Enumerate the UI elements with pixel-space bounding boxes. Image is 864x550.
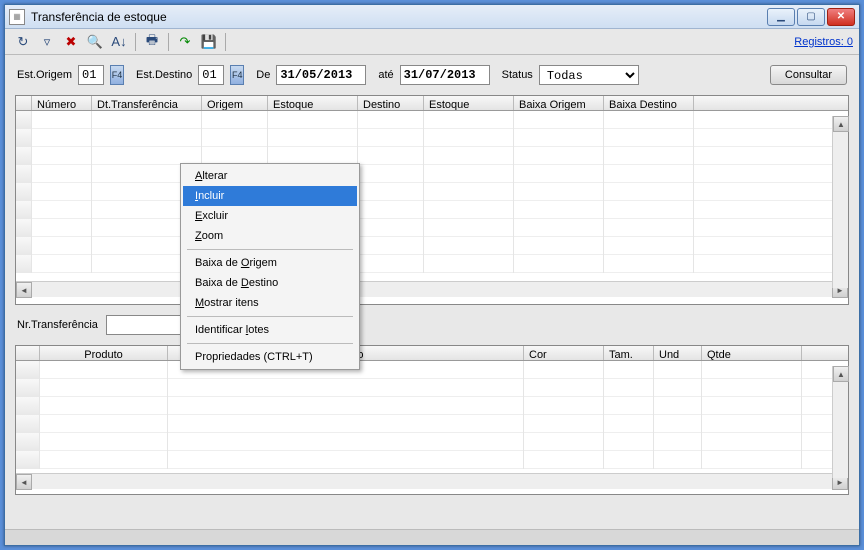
hscrollbar[interactable]: ◄ ► [16, 473, 848, 489]
column-header[interactable]: Qtde [702, 346, 802, 360]
table-row[interactable] [16, 433, 848, 451]
table-row[interactable] [16, 219, 848, 237]
scroll-track[interactable] [32, 474, 832, 489]
nr-transferencia-label: Nr.Transferência [17, 319, 98, 331]
statusbar [5, 529, 859, 545]
est-origem-lookup-icon[interactable]: F4 [110, 65, 124, 85]
column-header[interactable]: Tam. [604, 346, 654, 360]
window-title: Transferência de estoque [31, 10, 767, 24]
menu-item[interactable]: Zoom [183, 226, 357, 246]
menu-item[interactable]: Baixa de Origem [183, 253, 357, 273]
menu-item[interactable]: Propriedades (CTRL+T) [183, 347, 357, 367]
row-selector-header [16, 96, 32, 110]
column-header[interactable]: Estoque [424, 96, 514, 110]
status-label: Status [502, 69, 533, 81]
scroll-up-icon[interactable]: ▲ [833, 116, 849, 132]
sort-icon[interactable]: A↓ [110, 33, 128, 51]
menu-item[interactable]: Identificar lotes [183, 320, 357, 340]
minimize-button[interactable]: ▁ [767, 8, 795, 26]
table-row[interactable] [16, 129, 848, 147]
status-select[interactable]: Todas [539, 65, 639, 85]
consultar-button[interactable]: Consultar [770, 65, 847, 85]
est-origem-label: Est.Origem [17, 69, 72, 81]
column-header[interactable]: Destino [358, 96, 424, 110]
table-row[interactable] [16, 183, 848, 201]
menu-item[interactable]: Alterar [183, 166, 357, 186]
table-row[interactable] [16, 255, 848, 273]
registros-link[interactable]: Registros: 0 [794, 36, 853, 48]
table-row[interactable] [16, 201, 848, 219]
column-header[interactable]: Baixa Origem [514, 96, 604, 110]
separator [135, 33, 136, 51]
vscrollbar[interactable]: ▲ [832, 366, 848, 478]
grid-transfers: NúmeroDt.TransferênciaOrigemEstoqueDesti… [15, 95, 849, 305]
column-header[interactable]: Estoque [268, 96, 358, 110]
nr-transferencia-input[interactable] [106, 315, 186, 335]
scroll-left-icon[interactable]: ◄ [16, 474, 32, 490]
grid-items-body[interactable] [16, 361, 848, 473]
separator [225, 33, 226, 51]
app-icon: ▦ [9, 9, 25, 25]
table-row[interactable] [16, 415, 848, 433]
menu-separator [187, 343, 353, 344]
window-root: ▦ Transferência de estoque ▁ ▢ ✕ ↻ ▿ ✖ 🔍… [4, 4, 860, 546]
column-header[interactable]: Origem [202, 96, 268, 110]
maximize-button[interactable]: ▢ [797, 8, 825, 26]
grid-items-header: ProdutoModeloCorTam.UndQtde [16, 346, 848, 361]
titlebar: ▦ Transferência de estoque ▁ ▢ ✕ [5, 5, 859, 29]
print-icon[interactable]: 🖶 [143, 33, 161, 51]
scroll-track[interactable] [32, 282, 832, 297]
registros-label: Registros: [794, 36, 844, 48]
scroll-up-icon[interactable]: ▲ [833, 366, 849, 382]
scroll-left-icon[interactable]: ◄ [16, 282, 32, 298]
menu-item[interactable]: Excluir [183, 206, 357, 226]
table-row[interactable] [16, 361, 848, 379]
menu-item[interactable]: Mostrar itens [183, 293, 357, 313]
de-label: De [256, 69, 270, 81]
column-header[interactable]: Baixa Destino [604, 96, 694, 110]
filter-bar: Est.Origem F4 Est.Destino F4 De até Stat… [5, 55, 859, 95]
est-destino-input[interactable] [198, 65, 224, 85]
row-selector-header [16, 346, 40, 360]
context-menu: AlterarIncluirExcluirZoom Baixa de Origem… [180, 163, 360, 370]
mid-bar: Nr.Transferência [5, 305, 859, 345]
filter-icon[interactable]: ▿ [38, 33, 56, 51]
table-row[interactable] [16, 451, 848, 469]
grid-items: ProdutoModeloCorTam.UndQtde ▲ ◄ ► [15, 345, 849, 495]
est-destino-lookup-icon[interactable]: F4 [230, 65, 244, 85]
de-input[interactable] [276, 65, 366, 85]
table-row[interactable] [16, 147, 848, 165]
menu-item[interactable]: Baixa de Destino [183, 273, 357, 293]
menu-separator [187, 316, 353, 317]
toolbar: ↻ ▿ ✖ 🔍 A↓ 🖶 ↷ 💾 Registros: 0 [5, 29, 859, 55]
column-header[interactable]: Produto [40, 346, 168, 360]
column-header[interactable]: Und [654, 346, 702, 360]
table-row[interactable] [16, 397, 848, 415]
column-header[interactable]: Número [32, 96, 92, 110]
table-row[interactable] [16, 165, 848, 183]
refresh-icon[interactable]: ↻ [14, 33, 32, 51]
ate-input[interactable] [400, 65, 490, 85]
grid-transfers-header: NúmeroDt.TransferênciaOrigemEstoqueDesti… [16, 96, 848, 111]
filter-remove-icon[interactable]: ✖ [62, 33, 80, 51]
vscrollbar[interactable]: ▲ [832, 116, 848, 288]
est-destino-label: Est.Destino [136, 69, 192, 81]
column-header[interactable]: Dt.Transferência [92, 96, 202, 110]
save-icon[interactable]: 💾 [200, 33, 218, 51]
separator [168, 33, 169, 51]
close-button[interactable]: ✕ [827, 8, 855, 26]
table-row[interactable] [16, 237, 848, 255]
export-icon[interactable]: ↷ [176, 33, 194, 51]
column-header[interactable]: Cor [524, 346, 604, 360]
search-icon[interactable]: 🔍 [86, 33, 104, 51]
menu-item[interactable]: Incluir [183, 186, 357, 206]
table-row[interactable] [16, 111, 848, 129]
table-row[interactable] [16, 379, 848, 397]
ate-label: até [378, 69, 393, 81]
est-origem-input[interactable] [78, 65, 104, 85]
registros-count: 0 [847, 36, 853, 48]
grid-transfers-body[interactable] [16, 111, 848, 281]
menu-separator [187, 249, 353, 250]
hscrollbar[interactable]: ◄ ► [16, 281, 848, 297]
